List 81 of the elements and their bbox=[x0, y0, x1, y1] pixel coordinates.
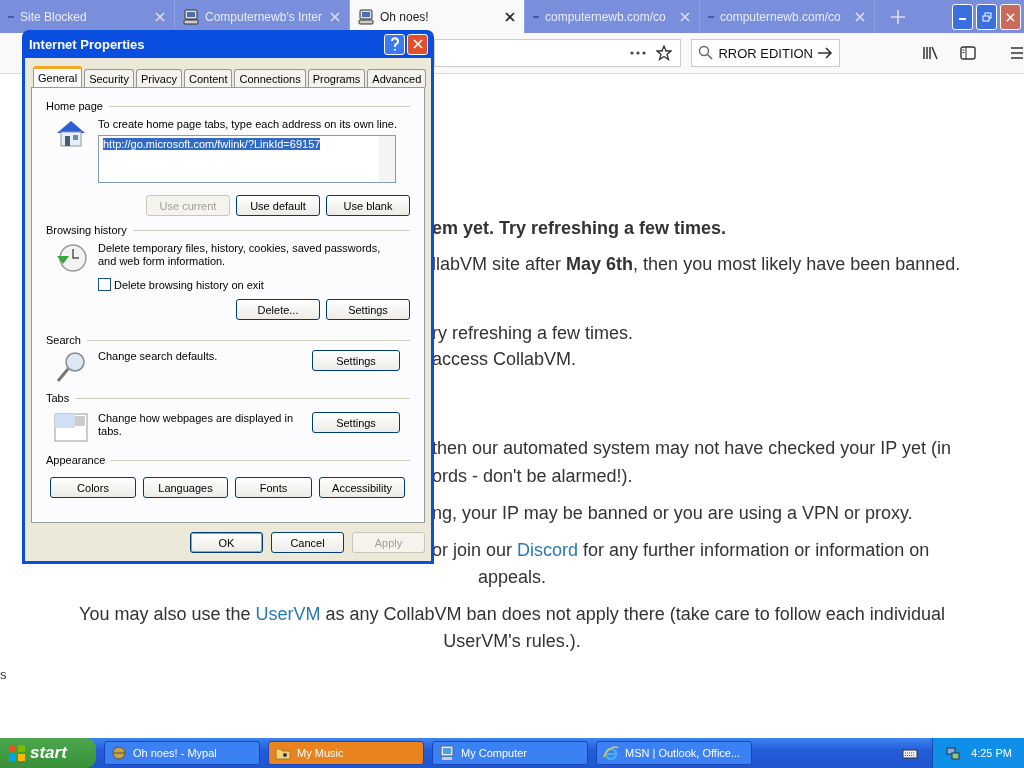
home-page-field[interactable]: http://go.microsoft.com/fwlink/?LinkId=69157 bbox=[98, 135, 396, 183]
favicon-icon bbox=[8, 15, 14, 18]
restore-icon bbox=[981, 12, 992, 22]
close-button[interactable] bbox=[1000, 4, 1021, 30]
search-description: Change search defaults. bbox=[98, 350, 219, 363]
keyboard-icon[interactable] bbox=[902, 747, 919, 759]
page-text: access CollabVM. bbox=[432, 349, 577, 369]
star-icon[interactable] bbox=[656, 45, 673, 61]
computer-icon bbox=[439, 745, 455, 761]
page-text: em yet. Try refreshing a few times. bbox=[432, 218, 727, 238]
search-field[interactable]: RROR EDITION bbox=[691, 39, 840, 67]
page-text: s bbox=[0, 667, 7, 682]
help-button[interactable] bbox=[384, 33, 405, 55]
section-heading: Tabs bbox=[46, 392, 70, 404]
page-text: UserVM's rules.). bbox=[443, 631, 581, 651]
page-text: appeals. bbox=[477, 567, 547, 587]
computer-icon bbox=[183, 8, 199, 25]
page-text: ords - don't be alarmed!). bbox=[432, 466, 633, 486]
appearance-button[interactable]: Languages bbox=[143, 477, 228, 498]
ie-icon bbox=[603, 745, 619, 761]
restore-button[interactable] bbox=[976, 4, 997, 30]
appearance-button[interactable]: Accessibility bbox=[319, 477, 405, 498]
question-mark-icon bbox=[389, 37, 400, 51]
minimize-button[interactable] bbox=[952, 4, 973, 30]
section-heading: Home page bbox=[46, 100, 103, 112]
windows-logo-icon bbox=[8, 744, 26, 762]
close-icon bbox=[411, 38, 424, 50]
search-icon bbox=[698, 45, 715, 61]
dialog-button[interactable]: Use default bbox=[236, 195, 320, 216]
close-button[interactable] bbox=[407, 33, 428, 55]
menu-icon[interactable] bbox=[1010, 47, 1024, 59]
page-link[interactable]: UserVM bbox=[255, 604, 321, 624]
appearance-button[interactable]: Fonts bbox=[235, 477, 312, 498]
delete-on-exit-checkbox[interactable]: Delete browsing history on exit bbox=[98, 278, 398, 291]
dialog-tab[interactable]: Privacy bbox=[135, 69, 182, 87]
dialog-button[interactable]: Settings bbox=[326, 299, 410, 320]
dialog-button[interactable]: Use blank bbox=[326, 195, 410, 216]
dialog-tab[interactable]: Programs bbox=[307, 69, 366, 87]
tabs-icon bbox=[54, 412, 88, 442]
folder-icon bbox=[275, 745, 291, 761]
tabs-description: Change how webpages are displayed in tabs. bbox=[98, 412, 295, 438]
dialog-tab[interactable]: Connections bbox=[234, 69, 306, 87]
page-link[interactable]: Discord bbox=[517, 540, 579, 560]
browsing-history-description: Delete temporary files, history, cookies, saved passwords, and web form information. bbox=[98, 242, 382, 268]
clock-text: 4:25 PM bbox=[971, 747, 1012, 759]
taskbar-button[interactable]: My Computer bbox=[432, 741, 588, 765]
dialog-title: Internet Properties bbox=[29, 36, 146, 52]
dialog-button[interactable]: OK bbox=[190, 532, 263, 553]
search-settings-button[interactable]: Settings bbox=[312, 350, 400, 371]
page-text: llabVM site after May 6th, then you most likely have been banned. bbox=[432, 254, 961, 274]
computer-icon bbox=[358, 8, 374, 25]
appearance-button[interactable]: Colors bbox=[50, 477, 136, 498]
magnifier-icon bbox=[54, 350, 88, 384]
page-text: You may also use the UserVM as any CollabVM ban does not apply there (take care to follow each individual bbox=[79, 604, 945, 624]
taskbar-button[interactable]: Oh noes! - Mypal bbox=[104, 741, 260, 765]
dialog-button[interactable]: Cancel bbox=[271, 532, 344, 553]
library-icon[interactable] bbox=[922, 46, 938, 60]
tabs-settings-button[interactable]: Settings bbox=[312, 412, 400, 433]
sidebar-icon[interactable] bbox=[960, 46, 976, 60]
dialog-tab[interactable]: Advanced bbox=[367, 69, 427, 87]
browser-icon bbox=[111, 745, 127, 761]
dialog-tab[interactable]: Content bbox=[183, 69, 233, 87]
dialog-tab[interactable]: Security bbox=[84, 69, 134, 87]
close-icon bbox=[1005, 11, 1016, 23]
start-button[interactable]: start bbox=[0, 738, 96, 768]
taskbar-button[interactable]: MSN | Outlook, Office... bbox=[596, 741, 752, 765]
clock-icon bbox=[54, 242, 88, 274]
close-tab-icon[interactable] bbox=[504, 10, 516, 23]
section-heading: Search bbox=[46, 334, 81, 346]
dialog-button[interactable]: Delete... bbox=[236, 299, 320, 320]
network-icon[interactable] bbox=[945, 745, 962, 761]
browser-tab[interactable]: Oh noes! bbox=[350, 0, 525, 33]
favicon-icon bbox=[708, 15, 714, 18]
home-page-description: To create home page tabs, type each address on its own line. bbox=[98, 118, 398, 131]
address-field[interactable] bbox=[434, 39, 682, 67]
section-heading: Browsing history bbox=[46, 224, 127, 236]
dialog-tab[interactable]: General bbox=[33, 66, 83, 87]
arrow-right-icon[interactable] bbox=[817, 46, 833, 60]
more-icon[interactable] bbox=[630, 51, 647, 55]
favicon-icon bbox=[533, 15, 539, 18]
section-heading: Appearance bbox=[46, 454, 106, 466]
